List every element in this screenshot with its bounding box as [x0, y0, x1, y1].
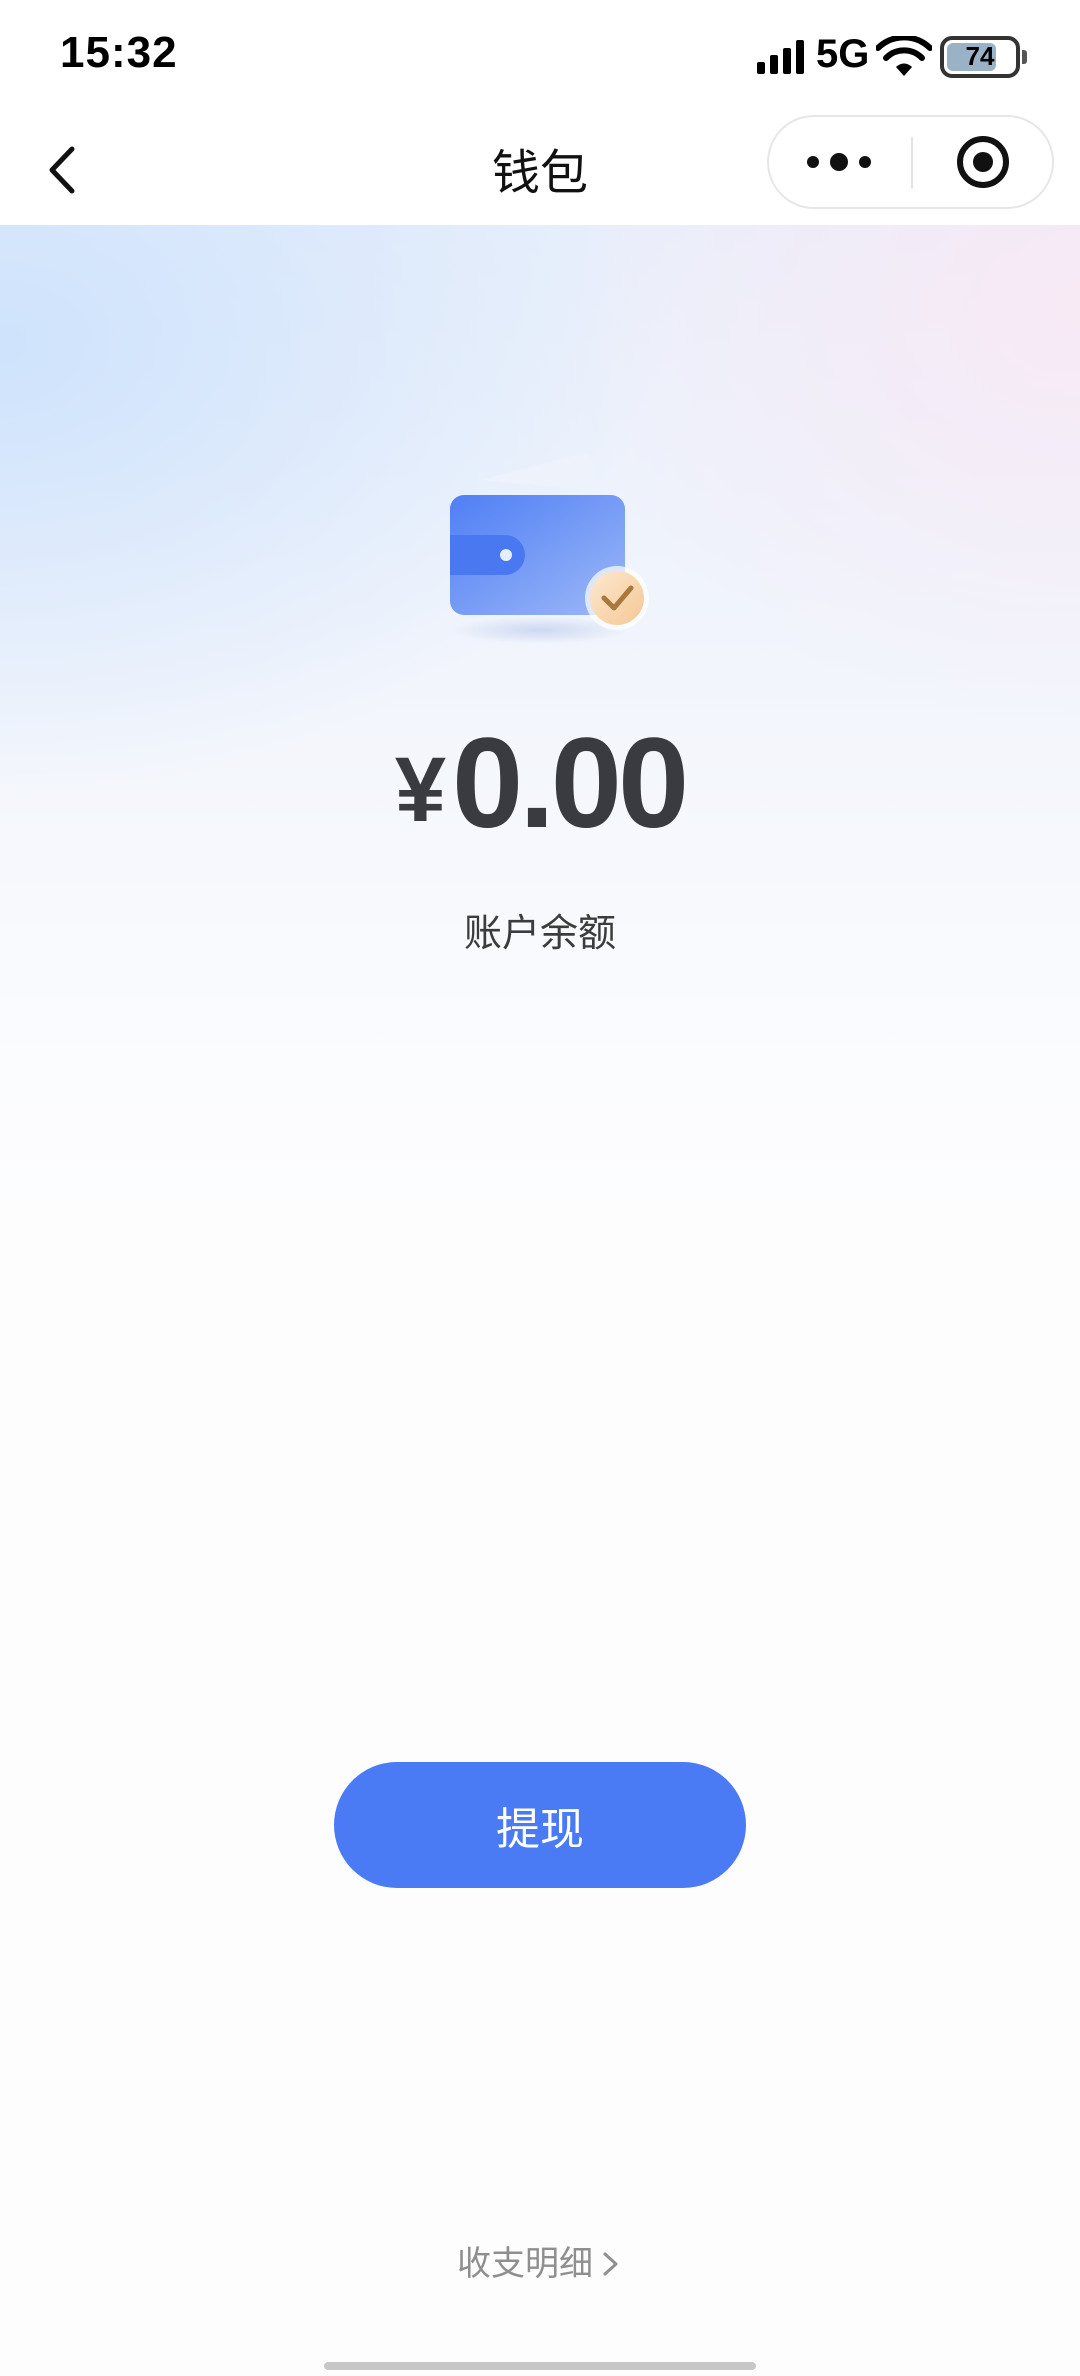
currency-symbol: ¥: [394, 739, 447, 841]
close-target-icon: [957, 136, 1009, 188]
home-indicator[interactable]: [324, 2362, 756, 2370]
balance-value: 0.00: [452, 712, 689, 855]
balance-amount: ¥0.00: [0, 710, 1080, 857]
withdraw-button[interactable]: 提现: [334, 1762, 746, 1888]
more-button[interactable]: [769, 117, 911, 207]
wallet-screen: 15:32 5G 74 钱包 ¥0.00 账户余额 提现 收支明细: [0, 0, 1080, 2376]
close-button[interactable]: [913, 117, 1054, 207]
status-time: 15:32: [60, 28, 178, 77]
wallet-icon: [450, 453, 649, 644]
nav-bar: 钱包: [0, 115, 1080, 225]
more-dots-icon: [807, 153, 871, 171]
transaction-details-link[interactable]: 收支明细: [0, 2236, 1080, 2285]
network-label: 5G: [816, 32, 870, 76]
signal-icon: [757, 40, 804, 74]
details-link-label: 收支明细: [457, 2244, 593, 2284]
status-bar: 15:32 5G 74: [0, 0, 1080, 115]
check-badge-icon: [585, 566, 649, 630]
chevron-right-icon: [603, 2252, 618, 2276]
balance-label: 账户余额: [463, 911, 616, 955]
battery-cap: [1022, 50, 1027, 64]
wifi-icon: [876, 36, 932, 76]
battery-percent: 74: [965, 41, 995, 71]
withdraw-button-label: 提现: [496, 1804, 584, 1855]
battery-icon: 74: [940, 36, 1020, 78]
mini-program-capsule: [767, 115, 1054, 209]
